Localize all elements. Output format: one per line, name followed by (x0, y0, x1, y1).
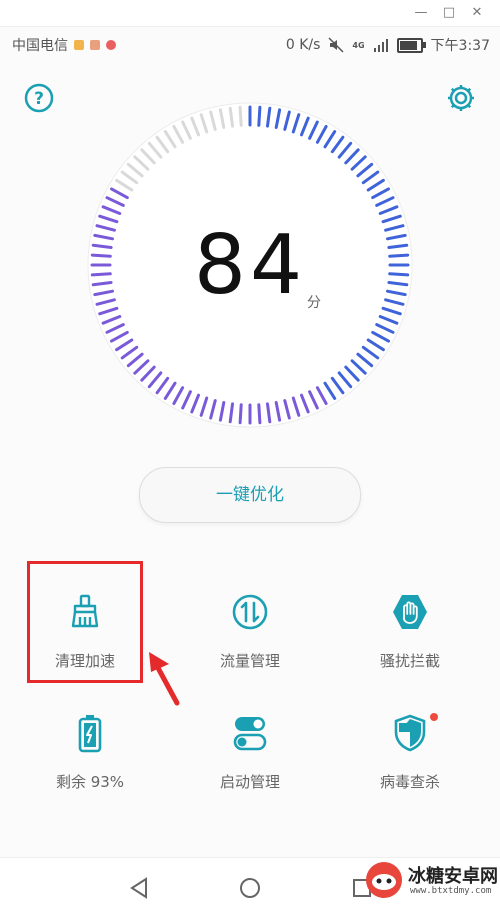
carrier-label: 中国电信 (12, 38, 68, 54)
grid-label: 剩余 93% (55, 773, 125, 791)
battery-icon (78, 715, 102, 753)
gauge-tick (238, 403, 243, 425)
network-speed: 0 K/s (285, 37, 321, 53)
gauge-tick (238, 105, 243, 127)
startup-management-button[interactable]: 启动管理 (180, 713, 320, 823)
grid-label: 流量管理 (219, 652, 280, 670)
shield-icon (394, 714, 426, 752)
grid-label: 病毒查杀 (379, 773, 440, 791)
optimize-button[interactable]: 一键优化 (139, 467, 361, 523)
help-circle-icon[interactable]: ? (24, 83, 54, 113)
gauge-tick (257, 403, 262, 425)
virus-scan-button[interactable]: 病毒查杀 (340, 713, 480, 823)
svg-text:?: ? (34, 89, 44, 109)
toggle-icon (233, 717, 267, 751)
battery-status-icon (396, 37, 426, 53)
window-title-bar: — □ ✕ (0, 0, 500, 27)
score-unit: 分 (307, 295, 321, 311)
traffic-management-button[interactable]: 流量管理 (180, 592, 320, 702)
notification-icon (74, 40, 84, 50)
watermark-logo-icon (366, 862, 402, 898)
data-traffic-icon (232, 594, 268, 630)
annotation-arrow-icon (149, 652, 180, 706)
status-bar: 中国电信 0 K/s 4G 下午3:37 (0, 28, 500, 58)
signal-icon (373, 39, 388, 52)
alert-dot (430, 713, 438, 721)
watermark-text: 冰糖安卓网 (408, 866, 498, 887)
harassment-block-button[interactable]: 骚扰拦截 (340, 592, 480, 702)
score-value: 84 (193, 218, 307, 313)
hand-block-icon (393, 595, 427, 629)
mute-icon (328, 37, 344, 53)
location-icon (106, 40, 116, 50)
maximize-icon[interactable]: □ (438, 4, 460, 22)
clock: 下午3:37 (430, 38, 490, 54)
gear-icon[interactable] (446, 83, 476, 113)
watermark-url: www.btxtdmy.com (410, 886, 492, 896)
close-icon[interactable]: ✕ (466, 4, 488, 22)
notification-icon (90, 40, 100, 50)
gauge-tick (257, 105, 262, 127)
highlight-box (27, 561, 143, 683)
back-icon[interactable] (127, 876, 151, 900)
network-type: 4G (352, 40, 365, 50)
score-gauge: 84 分 (85, 100, 415, 430)
watermark: 冰糖安卓网 www.btxtdmy.com (360, 852, 500, 912)
grid-label: 启动管理 (219, 773, 280, 791)
home-icon[interactable] (238, 876, 262, 900)
minimize-icon[interactable]: — (410, 4, 432, 22)
battery-remaining-button[interactable]: 剩余 93% (20, 713, 160, 823)
grid-label: 骚扰拦截 (379, 652, 440, 670)
